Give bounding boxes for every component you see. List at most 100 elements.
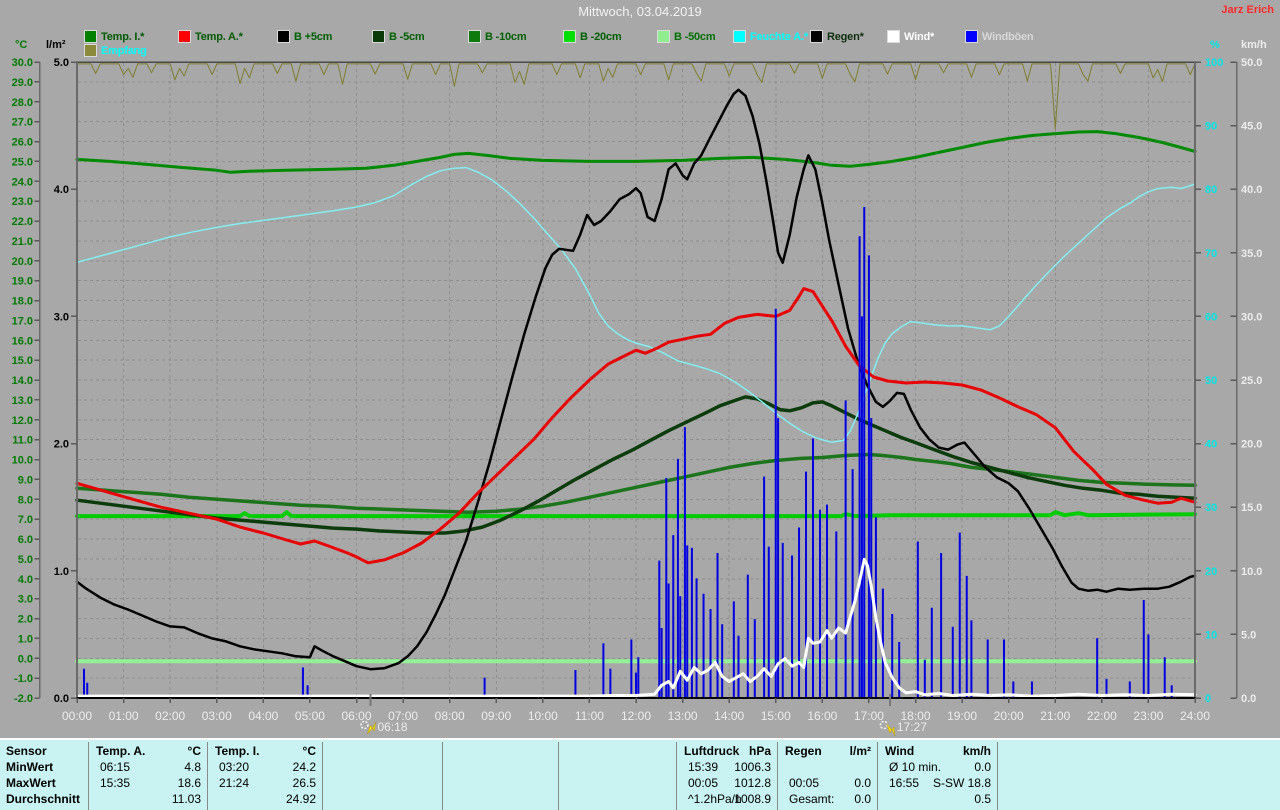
svg-text:10: 10 (1205, 629, 1217, 641)
cell-temp-i-value: 24.92 (285, 792, 316, 806)
svg-text:02:00: 02:00 (155, 709, 185, 723)
svg-text:25.0: 25.0 (12, 156, 33, 168)
svg-text:2.0: 2.0 (18, 614, 33, 626)
svg-text:01:00: 01:00 (109, 709, 139, 723)
svg-text:06:00: 06:00 (341, 709, 371, 723)
svg-text:23.0: 23.0 (12, 196, 33, 208)
stats-table: Sensor MinWert MaxWert Durchschnitt Temp. A.… (0, 738, 1280, 810)
cell-temp-i-value: 26.5 (292, 776, 316, 790)
svg-text:7.0: 7.0 (18, 514, 33, 526)
col-unit-temp-i: °C (302, 744, 316, 758)
cell-temp-i-value: 24.2 (292, 760, 316, 774)
svg-text:13.0: 13.0 (12, 395, 33, 407)
svg-text:12:00: 12:00 (621, 709, 651, 723)
svg-text:16:00: 16:00 (807, 709, 837, 723)
cell-temp-a-value: 18.6 (177, 776, 201, 790)
svg-text:3.0: 3.0 (18, 594, 33, 606)
svg-text:21:00: 21:00 (1040, 709, 1070, 723)
svg-text:28.0: 28.0 (12, 97, 33, 109)
col-unit-luftdruck: hPa (748, 744, 771, 758)
svg-text:14:00: 14:00 (714, 709, 744, 723)
svg-text:26.0: 26.0 (12, 137, 33, 149)
svg-text:20.0: 20.0 (12, 256, 33, 268)
svg-text:03:00: 03:00 (202, 709, 232, 723)
sunset-icon (879, 720, 896, 737)
svg-text:06:18: 06:18 (377, 720, 407, 734)
svg-text:15.0: 15.0 (1241, 502, 1262, 514)
svg-text:30.0: 30.0 (1241, 311, 1262, 323)
svg-text:15.0: 15.0 (12, 355, 33, 367)
svg-text:90: 90 (1205, 121, 1217, 133)
svg-text:05:00: 05:00 (295, 709, 325, 723)
svg-text:5.0: 5.0 (54, 57, 69, 69)
weather-chart: 30.0 29.0 28.0 27.0 26.0 25.0 24.0 23.0 22.0 21.0… (12, 57, 1262, 737)
svg-text:-2.0: -2.0 (14, 693, 33, 705)
table-divider (676, 742, 677, 810)
row-label-maxwert: MaxWert (6, 776, 56, 790)
cell-temp-a-value: 11.03 (171, 792, 201, 806)
svg-text:8.0: 8.0 (18, 494, 33, 506)
svg-text:35.0: 35.0 (1241, 248, 1262, 260)
svg-text:04:00: 04:00 (248, 709, 278, 723)
svg-text:24:00: 24:00 (1180, 709, 1210, 723)
svg-text:23:00: 23:00 (1133, 709, 1163, 723)
svg-text:20.0: 20.0 (1241, 439, 1262, 451)
svg-text:2.0: 2.0 (54, 439, 69, 451)
svg-text:50.0: 50.0 (1241, 57, 1262, 69)
svg-text:70: 70 (1205, 248, 1217, 260)
svg-text:0.0: 0.0 (1241, 693, 1256, 705)
svg-text:11:00: 11:00 (575, 709, 604, 723)
table-divider (558, 742, 559, 810)
svg-text:45.0: 45.0 (1241, 121, 1262, 133)
svg-text:9.0: 9.0 (18, 474, 33, 486)
svg-text:15:00: 15:00 (761, 709, 791, 723)
series-b-20cm (75, 510, 1197, 519)
axis-lm2: 5.0 4.0 3.0 2.0 1.0 0.0 (54, 57, 77, 705)
svg-text:18.0: 18.0 (12, 296, 33, 308)
svg-text:0: 0 (1205, 693, 1211, 705)
axis-temp-c: 30.0 29.0 28.0 27.0 26.0 25.0 24.0 23.0 22.0 21.0… (12, 57, 41, 705)
svg-text:3.0: 3.0 (54, 311, 69, 323)
svg-text:30: 30 (1205, 502, 1217, 514)
axis-time: 00:00 01:00 02:00 03:00 04:00 05:00 06:00 07:00… (62, 698, 1210, 723)
svg-text:100: 100 (1205, 57, 1223, 69)
sunrise-icon (360, 720, 376, 735)
cell-wind-value: S-SW 18.8 (932, 776, 991, 790)
svg-text:5.0: 5.0 (18, 554, 33, 566)
svg-text:0.0: 0.0 (18, 653, 33, 665)
svg-text:08:00: 08:00 (435, 709, 465, 723)
svg-text:21.0: 21.0 (12, 236, 33, 248)
gridlines (78, 63, 1194, 697)
cell-temp-a-value: 4.8 (184, 760, 201, 774)
svg-text:25.0: 25.0 (1241, 375, 1262, 387)
svg-text:13:00: 13:00 (668, 709, 698, 723)
svg-text:10.0: 10.0 (12, 455, 33, 467)
cell-luftdruck-value: 1012.8 (734, 776, 771, 790)
svg-text:6.0: 6.0 (18, 534, 33, 546)
axis-percent: 1009080706050403020100 (1195, 57, 1223, 705)
row-label-sensor: Sensor (6, 744, 47, 758)
weather-day-chart-window: Mittwoch, 03.04.2019 Jarz Erich °C l/m² … (0, 0, 1280, 810)
axis-kmh: 50.0 45.0 40.0 35.0 30.0 25.0 20.0 15.0 10.0 5.0 0… (1230, 57, 1262, 705)
svg-text:19:00: 19:00 (947, 709, 977, 723)
svg-text:40: 40 (1205, 439, 1217, 451)
cell-wind-value: 0.5 (974, 792, 991, 806)
cell-regen-value: 0.0 (854, 792, 871, 806)
svg-text:16.0: 16.0 (12, 335, 33, 347)
svg-text:27.0: 27.0 (12, 117, 33, 129)
svg-text:30.0: 30.0 (12, 57, 33, 69)
svg-text:1.0: 1.0 (54, 566, 69, 578)
svg-text:17:27: 17:27 (897, 720, 927, 734)
svg-text:11.0: 11.0 (12, 435, 33, 447)
svg-text:4.0: 4.0 (54, 184, 69, 196)
cell-luftdruck-value: 1006.3 (734, 760, 771, 774)
svg-text:5.0: 5.0 (1241, 629, 1256, 641)
svg-text:80: 80 (1205, 184, 1217, 196)
table-divider (207, 742, 208, 810)
svg-text:40.0: 40.0 (1241, 184, 1262, 196)
svg-text:60: 60 (1205, 311, 1217, 323)
cell-regen-value: 0.0 (854, 776, 871, 790)
svg-text:10:00: 10:00 (528, 709, 558, 723)
col-unit-wind: km/h (962, 744, 991, 758)
table-divider (997, 742, 998, 810)
